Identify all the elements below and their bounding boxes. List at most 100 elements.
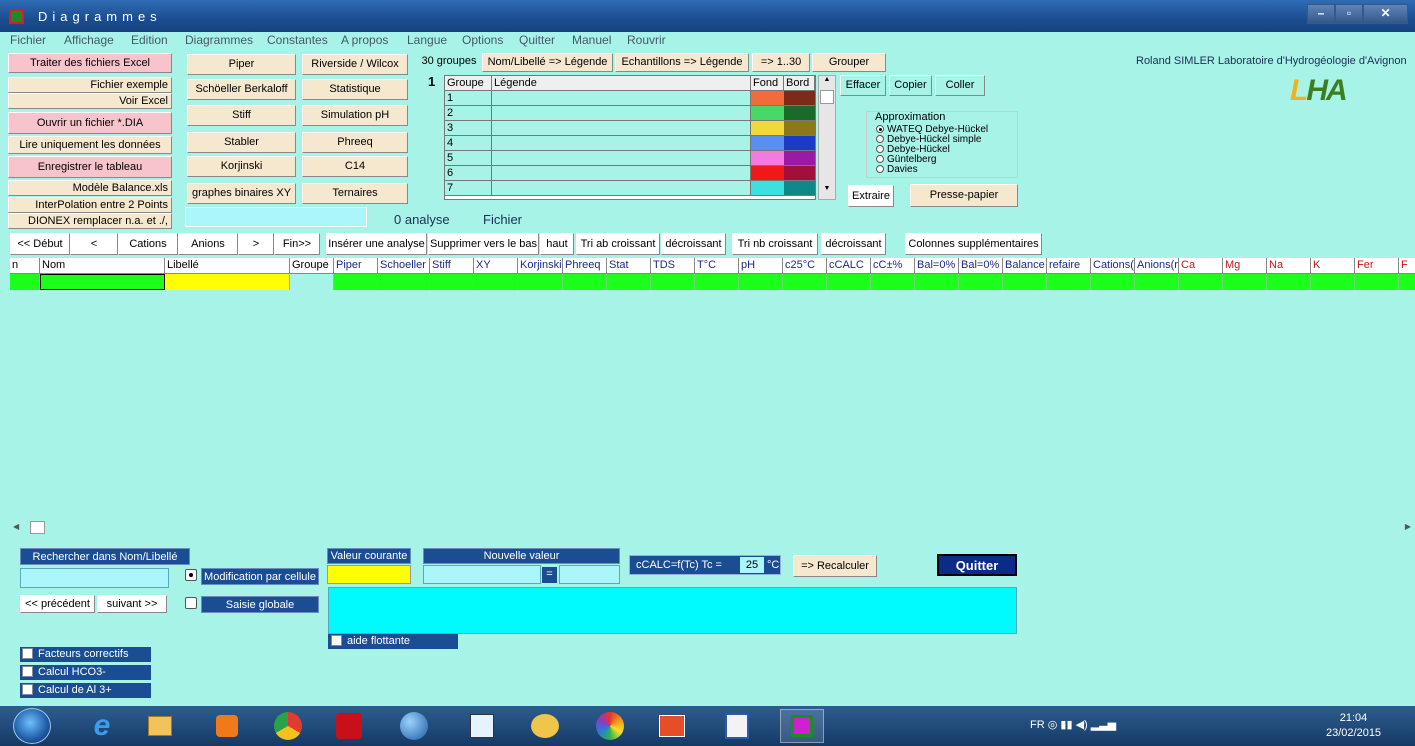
nouvelle-valeur-input[interactable] xyxy=(423,565,541,584)
radio-davies[interactable]: Davies xyxy=(876,165,918,175)
scroll-right-icon[interactable]: ▶ xyxy=(1405,522,1411,531)
korjinski-button[interactable]: Korjinski xyxy=(187,156,296,177)
enregistrer-tableau-button[interactable]: Enregistrer le tableau xyxy=(8,156,172,178)
menu-options[interactable]: Options xyxy=(462,33,503,47)
column-header[interactable]: Phreeq xyxy=(563,258,607,274)
modif-cellule-label[interactable]: Modification par cellule xyxy=(201,568,319,585)
extraire-button[interactable]: Extraire xyxy=(848,185,894,207)
column-header[interactable]: refaire xyxy=(1047,258,1091,274)
network-icon[interactable]: ▮▮ xyxy=(1060,719,1072,731)
al-checkbox[interactable]: Calcul de Al 3+ xyxy=(20,683,151,698)
column-header[interactable]: Fer xyxy=(1355,258,1399,274)
table-cell[interactable] xyxy=(695,274,739,290)
hscroll-thumb[interactable] xyxy=(30,521,45,534)
table-cell[interactable] xyxy=(1047,274,1091,290)
menu-diagrammes[interactable]: Diagrammes xyxy=(185,33,253,47)
nouvelle-valeur-input-2[interactable] xyxy=(559,565,620,584)
table-cell[interactable] xyxy=(334,274,378,290)
tc-input[interactable]: 25 xyxy=(740,557,764,573)
haut-button[interactable]: haut xyxy=(540,233,574,255)
table-cell[interactable] xyxy=(651,274,695,290)
legend-row-text[interactable] xyxy=(492,136,751,151)
table-cell[interactable] xyxy=(1003,274,1047,290)
table-cell[interactable] xyxy=(1355,274,1399,290)
facteurs-checkbox[interactable]: Facteurs correctifs xyxy=(20,647,151,662)
maximize-button[interactable]: ▫ xyxy=(1335,4,1363,24)
ie-icon[interactable]: e xyxy=(80,709,124,743)
pinwheel-icon[interactable] xyxy=(588,709,632,743)
modele-balance-button[interactable]: Modèle Balance.xls xyxy=(8,180,172,196)
table-cell[interactable] xyxy=(871,274,915,290)
explorer-icon[interactable] xyxy=(138,709,182,743)
acrobat-icon[interactable] xyxy=(327,709,371,743)
table-cell[interactable] xyxy=(607,274,651,290)
signal-icon[interactable]: ▂▃▅ xyxy=(1091,719,1116,731)
ouvrir-dia-button[interactable]: Ouvrir un fichier *.DIA xyxy=(8,112,172,134)
table-cell[interactable] xyxy=(1311,274,1355,290)
hco3-checkbox[interactable]: Calcul HCO3- xyxy=(20,665,151,680)
filter-input[interactable] xyxy=(185,207,367,227)
legend-row-text[interactable] xyxy=(492,91,751,106)
column-header[interactable]: Bal=0% xyxy=(959,258,1003,274)
menu-constantes[interactable]: Constantes xyxy=(267,33,328,47)
graphes-binaires-button[interactable]: graphes binaires XY xyxy=(187,183,296,204)
column-header[interactable]: T°C xyxy=(695,258,739,274)
table-cell[interactable] xyxy=(378,274,430,290)
table-cell[interactable] xyxy=(1223,274,1267,290)
volume-icon[interactable]: ◀) xyxy=(1076,719,1088,731)
legend-table[interactable]: Groupe Légende Fond Bord 1234567 xyxy=(444,75,816,200)
legend-bord-swatch[interactable] xyxy=(784,91,815,106)
table-cell[interactable] xyxy=(827,274,871,290)
modif-cellule-radio[interactable] xyxy=(185,569,197,581)
debut-button[interactable]: << Début xyxy=(10,233,70,255)
table-cell[interactable] xyxy=(474,274,518,290)
column-header[interactable]: Balance xyxy=(1003,258,1047,274)
globe-icon[interactable] xyxy=(392,709,436,743)
next-page-button[interactable]: > xyxy=(238,233,274,255)
menu-affichage[interactable]: Affichage xyxy=(64,33,114,47)
menu-quitter[interactable]: Quitter xyxy=(519,33,555,47)
coller-button[interactable]: Coller xyxy=(935,75,985,96)
ternaires-button[interactable]: Ternaires xyxy=(302,183,408,204)
stiff-button[interactable]: Stiff xyxy=(187,105,296,126)
paint-icon[interactable] xyxy=(523,709,567,743)
column-header[interactable]: Nom xyxy=(40,258,165,274)
table-cell[interactable] xyxy=(165,274,290,290)
column-header[interactable]: n xyxy=(10,258,40,274)
column-header[interactable]: cCALC xyxy=(827,258,871,274)
grouper-button[interactable]: Grouper xyxy=(812,53,886,72)
traiter-excel-button[interactable]: Traiter des fichiers Excel xyxy=(8,53,172,73)
effacer-button[interactable]: Effacer xyxy=(840,75,886,96)
menu-apropos[interactable]: A propos xyxy=(341,33,388,47)
table-cell[interactable] xyxy=(1091,274,1135,290)
phreeq-button[interactable]: Phreeq xyxy=(302,132,408,153)
column-header[interactable]: Korjinski xyxy=(518,258,563,274)
column-header[interactable]: Cations( xyxy=(1091,258,1135,274)
column-header[interactable]: Bal=0% xyxy=(915,258,959,274)
echantillons-legende-button[interactable]: Echantillons => Légende xyxy=(615,53,749,72)
column-header[interactable]: Piper xyxy=(334,258,378,274)
quitter-button[interactable]: Quitter xyxy=(937,554,1017,576)
minimize-button[interactable]: – xyxy=(1307,4,1335,24)
saisie-globale-label[interactable]: Saisie globale xyxy=(201,596,319,613)
media-player-icon[interactable] xyxy=(205,709,249,743)
aide-flottante-checkbox[interactable]: aide flottante xyxy=(328,634,458,649)
table-cell[interactable] xyxy=(1399,274,1415,290)
column-header[interactable]: Anions(r xyxy=(1135,258,1179,274)
menu-manuel[interactable]: Manuel xyxy=(572,33,611,47)
chart-app-icon[interactable] xyxy=(460,709,504,743)
table-cell[interactable] xyxy=(1179,274,1223,290)
colonnes-supplementaires-button[interactable]: Colonnes supplémentaires xyxy=(905,233,1042,255)
menu-rouvrir[interactable]: Rouvrir xyxy=(627,33,666,47)
search-input[interactable] xyxy=(20,568,169,588)
legend-bord-swatch[interactable] xyxy=(784,151,815,166)
legend-scrollbar[interactable]: ▲ ▼ xyxy=(818,75,836,200)
legend-fond-swatch[interactable] xyxy=(751,136,784,151)
menu-langue[interactable]: Langue xyxy=(407,33,447,47)
inserer-analyse-button[interactable]: Insérer une analyse xyxy=(326,233,427,255)
legend-row-text[interactable] xyxy=(492,121,751,136)
piper-button[interactable]: Piper xyxy=(187,54,296,75)
legend-bord-swatch[interactable] xyxy=(784,166,815,181)
table-cell[interactable] xyxy=(290,274,334,290)
column-header[interactable]: Stiff xyxy=(430,258,474,274)
